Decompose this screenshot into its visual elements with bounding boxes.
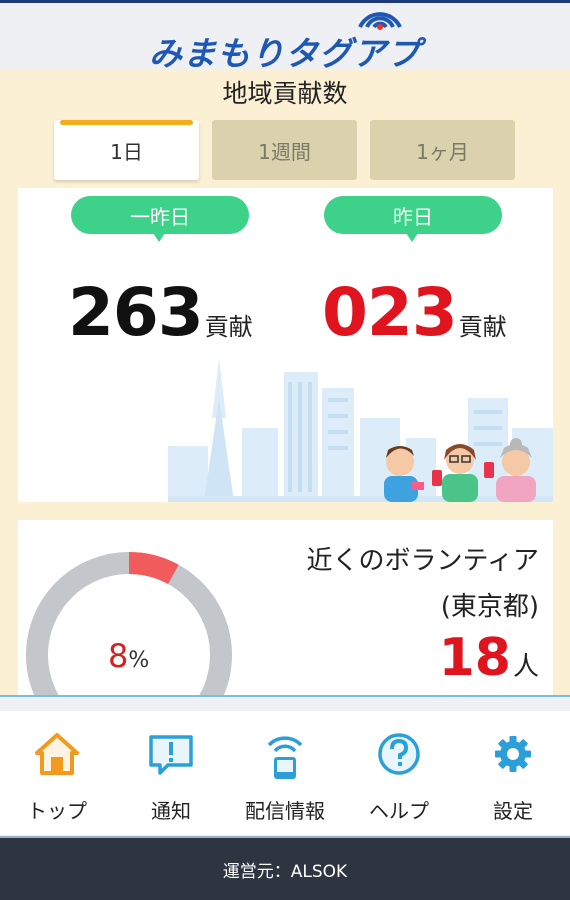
yesterday-count: 023 貢献 — [322, 274, 507, 351]
contribution-card: 一昨日 昨日 263 貢献 023 貢献 — [18, 188, 553, 502]
day-before-count: 263 貢献 — [68, 274, 253, 351]
nav-label-broadcast: 配信情報 — [245, 799, 325, 823]
tab-1-day[interactable]: 1日 — [54, 120, 199, 180]
tab-1-month[interactable]: 1ヶ月 — [370, 120, 515, 180]
day-before-unit: 貢献 — [204, 313, 253, 341]
nav-label-help: ヘルプ — [369, 799, 429, 823]
settings-icon — [495, 736, 531, 772]
volunteer-count-value: 18 — [438, 628, 511, 688]
day-before-value: 263 — [68, 274, 204, 351]
volunteer-percent: 8% — [108, 637, 150, 675]
notification-icon — [149, 735, 193, 775]
yesterday-value: 023 — [322, 274, 458, 351]
broadcast-icon — [267, 736, 303, 779]
nav-broadcast[interactable]: 配信情報 — [228, 721, 342, 833]
nav-label-top: トップ — [27, 799, 87, 823]
page-title: 地域貢献数 — [222, 79, 348, 108]
volunteer-card: 8% 近くのボランティア (東京都) 18 人 — [18, 520, 553, 695]
volunteer-count: 18 人 — [439, 628, 539, 688]
main-content: 地域貢献数 1日 1週間 1ヶ月 一昨日 昨日 263 貢献 023 貢献 8%… — [0, 70, 570, 695]
nav-notification[interactable]: 通知 — [114, 721, 228, 833]
yesterday-bubble: 昨日 — [324, 196, 502, 242]
app-header: みまもりタグアプリ — [0, 0, 570, 121]
bottom-nav: トップ 通知 配信情報 ヘルプ 設定 — [0, 695, 570, 835]
nav-label-settings: 設定 — [493, 799, 533, 823]
app-logo: みまもりタグアプリ — [140, 5, 430, 121]
volunteer-label: 近くのボランティア (東京都) — [307, 538, 539, 630]
volunteer-label-line1: 近くのボランティア — [306, 546, 539, 576]
people-illustration — [384, 438, 536, 502]
nav-label-notification: 通知 — [151, 799, 191, 823]
help-icon — [378, 733, 420, 775]
volunteer-label-line2: (東京都) — [440, 592, 539, 622]
volunteer-count-unit: 人 — [512, 652, 539, 682]
yesterday-unit: 貢献 — [458, 313, 507, 341]
home-icon — [35, 733, 79, 775]
nav-help[interactable]: ヘルプ — [342, 721, 456, 833]
day-before-bubble: 一昨日 — [71, 196, 249, 242]
footer-operator: 運営元：ALSOK — [0, 836, 570, 900]
nav-settings[interactable]: 設定 — [456, 721, 570, 833]
nav-top[interactable]: トップ — [0, 721, 114, 833]
tab-1-week[interactable]: 1週間 — [212, 120, 357, 180]
